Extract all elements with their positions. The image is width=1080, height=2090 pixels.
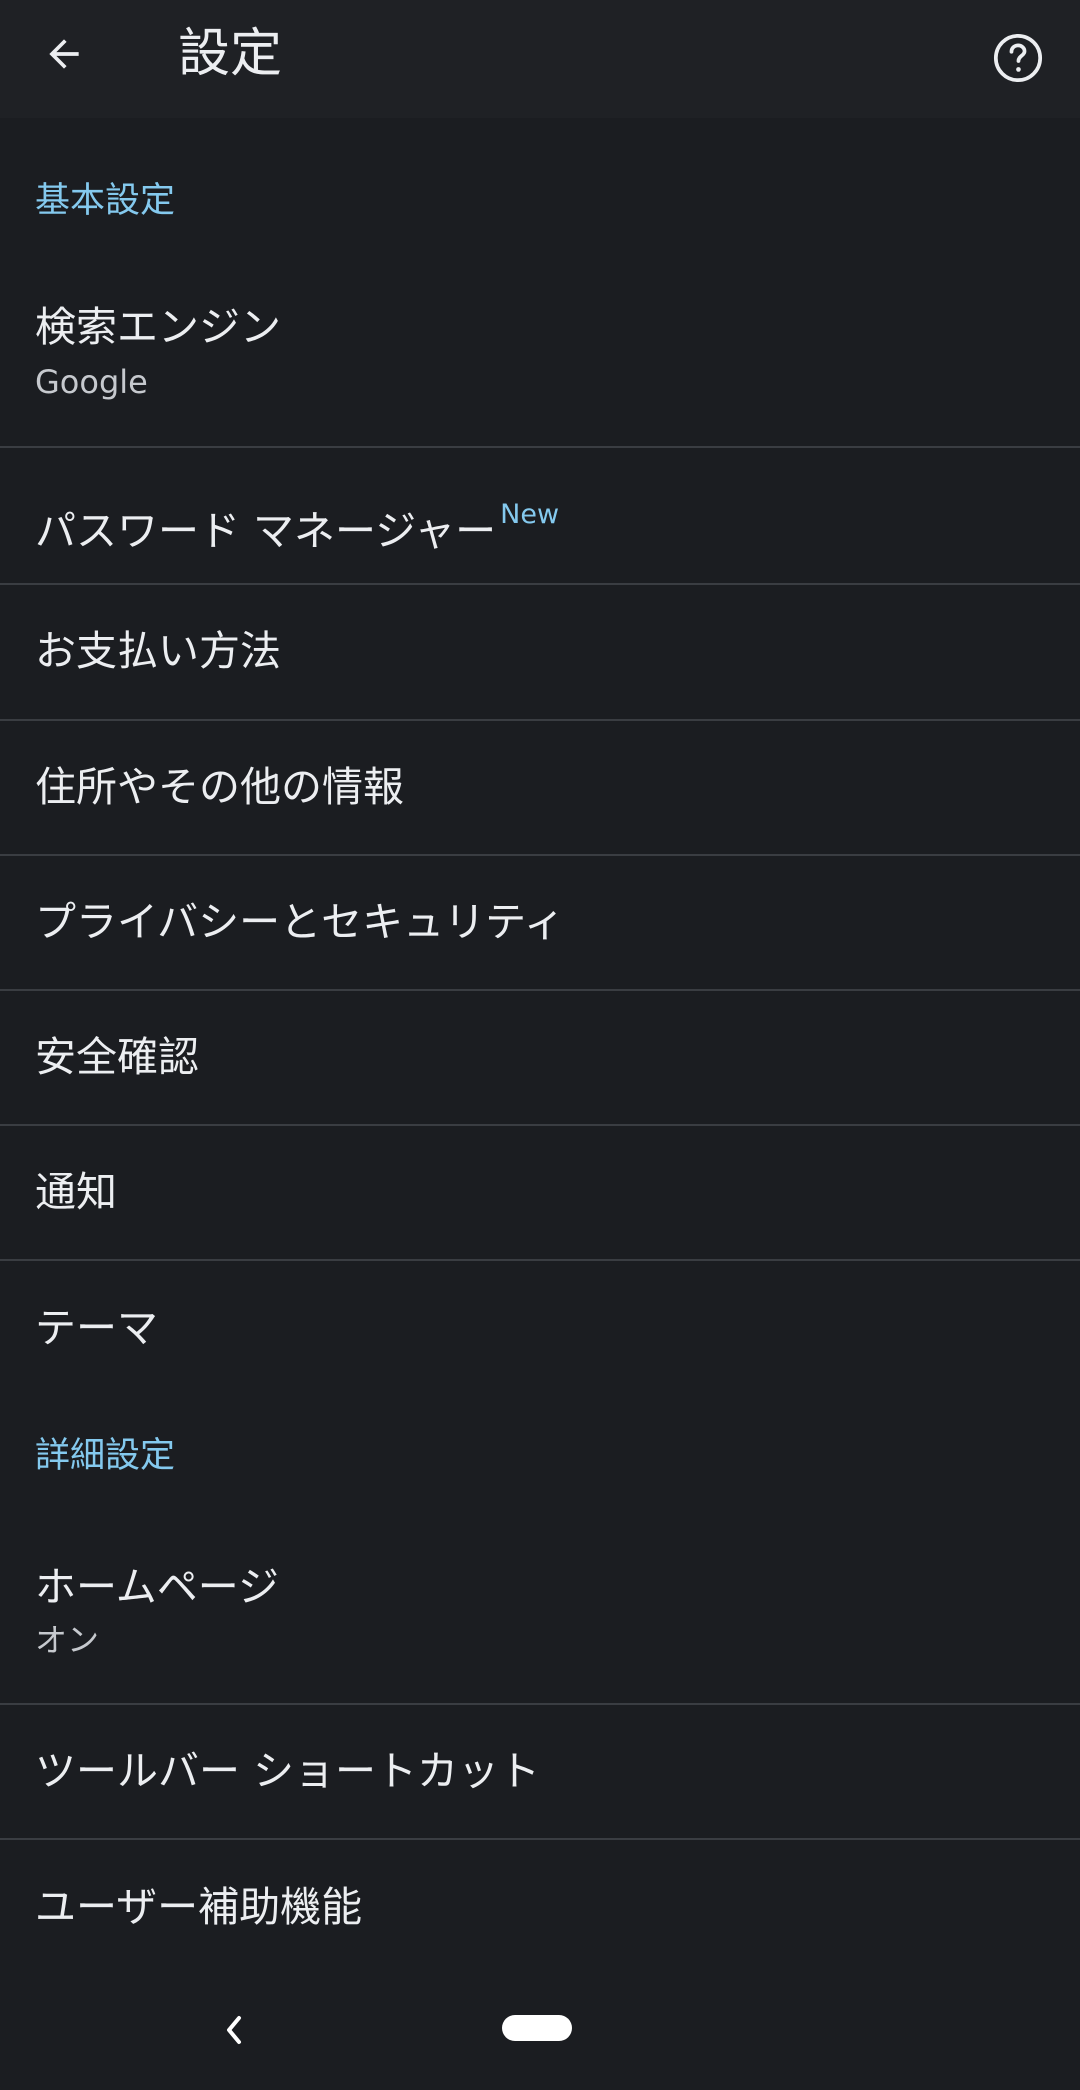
arrow-left-icon bbox=[49, 39, 79, 69]
nav-back-chevron-icon bbox=[227, 2016, 241, 2044]
page-title: 設定 bbox=[178, 24, 283, 84]
section-header-advanced: 詳細設定 bbox=[35, 1436, 176, 1476]
system-navigation-bar bbox=[0, 1970, 1080, 2090]
app-bar: 設定 bbox=[0, 0, 1080, 118]
new-badge: New bbox=[500, 499, 560, 530]
nav-back-button[interactable] bbox=[214, 2010, 254, 2050]
help-circle-icon bbox=[993, 33, 1043, 83]
list-item-safety-check[interactable]: 安全確認 bbox=[0, 991, 1080, 1124]
item-title: ツールバー ショートカット bbox=[35, 1747, 541, 1795]
item-title-text: パスワード マネージャー bbox=[35, 507, 497, 555]
section-header-basic: 基本設定 bbox=[35, 181, 176, 221]
list-item-privacy-security[interactable]: プライバシーとセキュリティ bbox=[0, 856, 1080, 989]
help-button[interactable] bbox=[986, 26, 1050, 90]
list-item-addresses[interactable]: 住所やその他の情報 bbox=[0, 721, 1080, 854]
list-item-toolbar-shortcut[interactable]: ツールバー ショートカット bbox=[0, 1705, 1080, 1838]
item-subtitle: オン bbox=[35, 1621, 100, 1659]
item-title: 住所やその他の情報 bbox=[35, 763, 404, 811]
list-item-payment-methods[interactable]: お支払い方法 bbox=[0, 585, 1080, 719]
list-item-theme[interactable]: テーマ bbox=[0, 1261, 1080, 1394]
item-title: 検索エンジン bbox=[35, 303, 281, 351]
back-button[interactable] bbox=[28, 18, 100, 90]
item-title: 通知 bbox=[35, 1168, 117, 1216]
item-title: プライバシーとセキュリティ bbox=[35, 898, 565, 946]
settings-screen: 設定 基本設定 検索エンジン Google パスワード マネージャー New お支… bbox=[0, 0, 1080, 2090]
item-title: テーマ bbox=[35, 1304, 158, 1352]
item-title: パスワード マネージャー New bbox=[35, 490, 559, 556]
item-title: お支払い方法 bbox=[35, 627, 281, 675]
list-item-accessibility[interactable]: ユーザー補助機能 bbox=[0, 1840, 1080, 1970]
list-item-password-manager[interactable]: パスワード マネージャー New bbox=[0, 448, 1080, 583]
list-item-search-engine[interactable]: 検索エンジン Google bbox=[0, 270, 1080, 447]
item-subtitle: Google bbox=[35, 363, 148, 401]
list-item-notifications[interactable]: 通知 bbox=[0, 1126, 1080, 1259]
item-title: ユーザー補助機能 bbox=[35, 1883, 363, 1931]
list-item-homepage[interactable]: ホームページ オン bbox=[0, 1525, 1080, 1703]
item-title: 安全確認 bbox=[35, 1033, 199, 1081]
item-title: ホームページ bbox=[35, 1563, 279, 1611]
home-pill-icon[interactable] bbox=[502, 2015, 572, 2041]
